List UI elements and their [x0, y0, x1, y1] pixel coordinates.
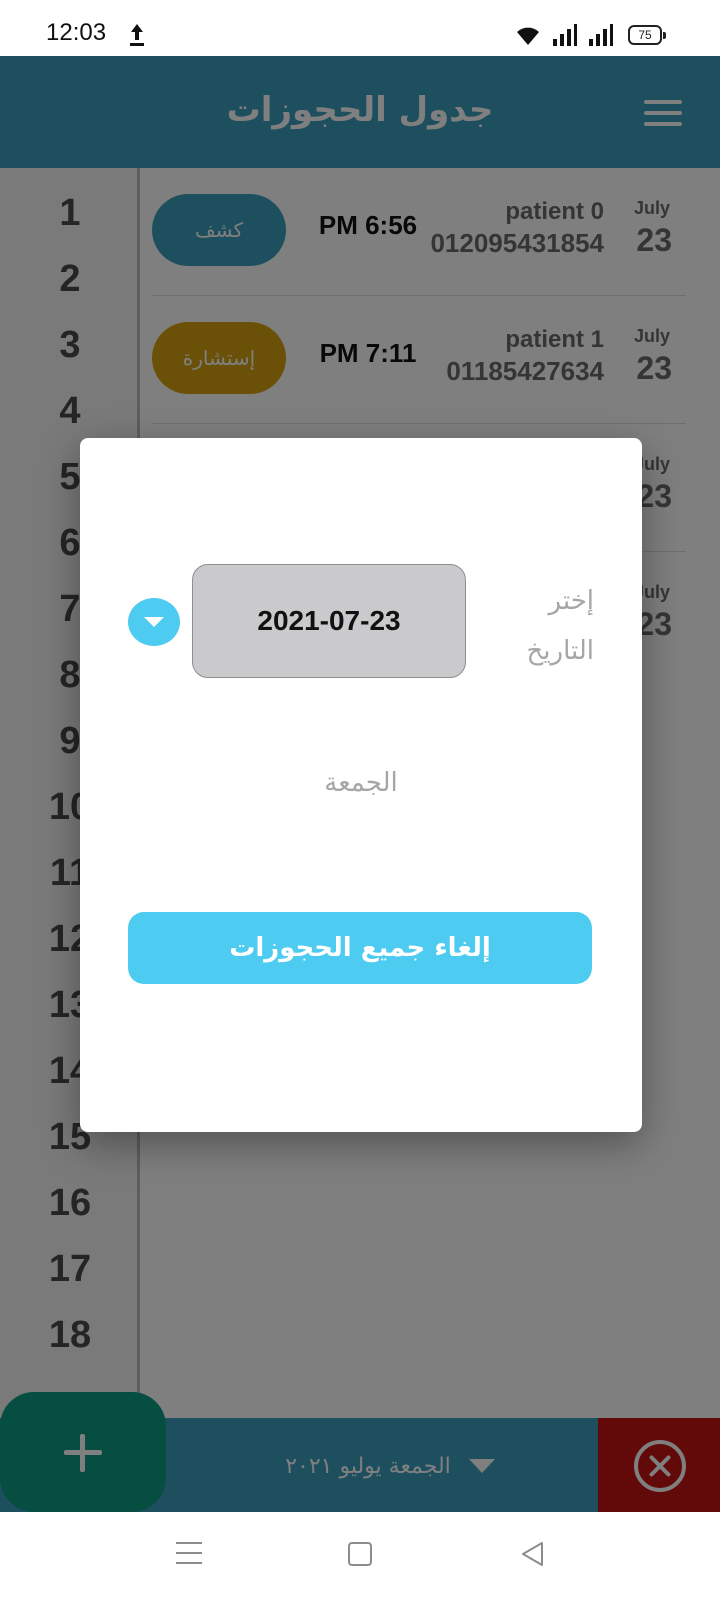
date-field[interactable]: 2021-07-23 — [192, 564, 466, 678]
battery-icon: 75 — [628, 25, 666, 45]
home-icon[interactable] — [348, 1542, 372, 1566]
date-dropdown-button[interactable] — [128, 598, 180, 646]
status-time: 12:03 — [46, 19, 107, 46]
system-nav-bar — [0, 1512, 720, 1600]
signal-icon — [589, 24, 613, 46]
date-label: إختر التاريخ — [526, 586, 595, 666]
recents-icon[interactable] — [176, 1542, 202, 1566]
upload-icon — [130, 24, 144, 46]
signal-icon — [553, 24, 577, 46]
status-bar: 12:03 75 — [0, 0, 720, 56]
back-icon[interactable] — [518, 1540, 546, 1568]
cancel-all-button[interactable]: إلغاء جميع الحجوزات — [128, 912, 592, 984]
wifi-icon — [517, 27, 539, 45]
status-icons — [514, 22, 614, 48]
date-dialog: إختر التاريخ 2021-07-23 الجمعة إلغاء جمي… — [80, 438, 642, 1132]
day-name: الجمعة — [324, 768, 398, 798]
